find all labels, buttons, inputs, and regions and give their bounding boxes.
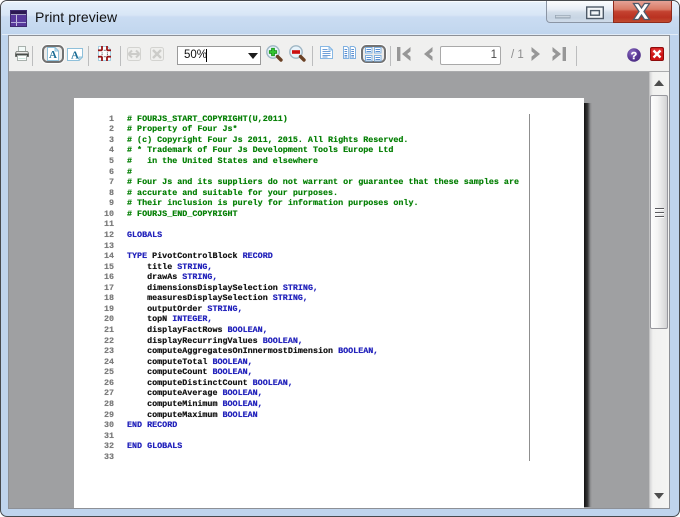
svg-text:A: A [49, 49, 57, 61]
svg-text:A: A [71, 50, 79, 62]
svg-text:?: ? [631, 50, 637, 62]
